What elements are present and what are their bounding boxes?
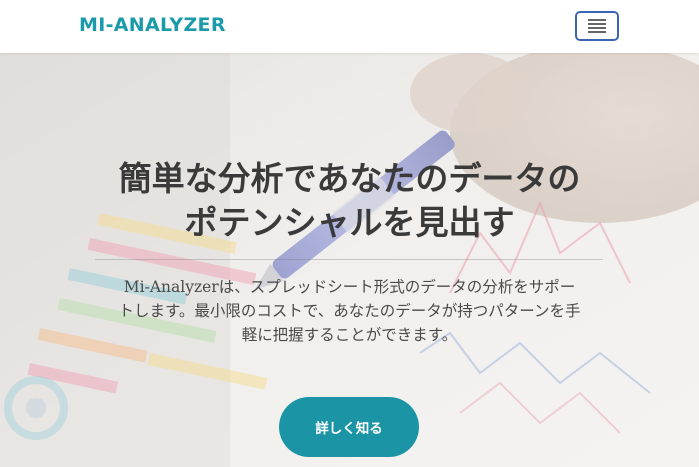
hero-divider (95, 259, 603, 260)
menu-toggle-button[interactable] (575, 11, 619, 41)
learn-more-button[interactable]: 詳しく知る (279, 397, 419, 457)
brand-logo[interactable]: MI-ANALYZER (79, 14, 226, 36)
hero-lead-text: Mi-Analyzerは、スプレッドシート形式のデータの分析をサポー トします。… (105, 275, 594, 347)
lead-line-1: Mi-Analyzerは、スプレッドシート形式のデータの分析をサポー (123, 278, 576, 296)
lead-line-3: 軽に把握することができます。 (241, 326, 458, 344)
navbar: MI-ANALYZER (0, 0, 699, 53)
hero-section: 簡単な分析であなたのデータの ポテンシャルを見出す Mi-Analyzerは、ス… (0, 53, 699, 467)
hamburger-menu-icon (588, 19, 606, 33)
hero-headline: 簡単な分析であなたのデータの ポテンシャルを見出す (0, 157, 699, 245)
lead-line-2: トします。最小限のコストで、あなたのデータが持つパターンを手 (118, 302, 581, 320)
headline-line-1: 簡単な分析であなたのデータの (118, 159, 581, 198)
headline-line-2: ポテンシャルを見出す (184, 203, 515, 242)
